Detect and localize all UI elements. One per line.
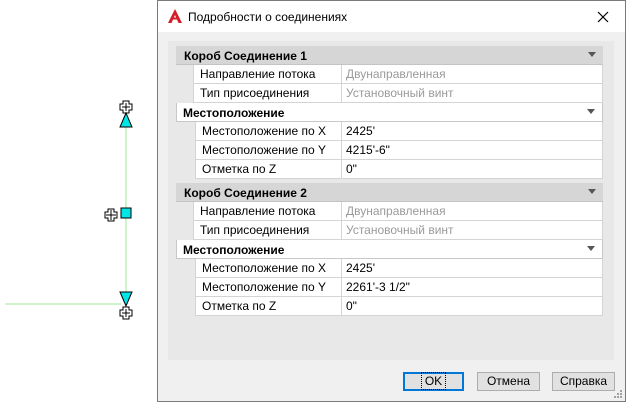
property-value: Установочный винт [342,221,603,240]
property-name: Направление потока [193,65,342,84]
section-location-1[interactable]: Местоположение [176,103,603,122]
property-row: Тип присоединения Установочный винт [176,84,603,103]
location-x-value[interactable]: 2425' [342,122,603,141]
property-row: Местоположение по X 2425' [176,259,603,278]
property-row: Местоположение по X 2425' [176,122,603,141]
bottom-connection-grip-icon[interactable] [119,291,133,308]
property-row: Направление потока Двунаправленная [176,202,603,221]
chevron-down-icon[interactable] [588,189,596,194]
chevron-down-icon[interactable] [587,109,595,114]
property-name: Тип присоединения [193,84,342,103]
property-row: Отметка по Z 0" [176,160,603,179]
resize-grip-icon[interactable] [613,389,623,399]
center-grip-icon[interactable] [120,207,132,219]
top-connection-grip-icon[interactable] [119,111,133,128]
bottom-add-grip-icon[interactable] [119,306,133,320]
property-name: Направление потока [193,202,342,221]
property-row: Тип присоединения Установочный винт [176,221,603,240]
property-name: Местоположение по X [195,122,342,141]
property-name: Тип присоединения [193,221,342,240]
section-connection-1[interactable]: Короб Соединение 1 [176,46,603,65]
drawing-canvas[interactable] [0,0,157,403]
cancel-button-label: Отмена [486,374,531,388]
property-value: Двунаправленная [342,65,603,84]
property-name: Местоположение по Y [195,278,342,297]
section-location-2[interactable]: Местоположение [176,240,603,259]
property-value: Двунаправленная [342,202,603,221]
location-y-value[interactable]: 2261'-3 1/2" [342,278,603,297]
properties-grid: Короб Соединение 1 Направление потока Дв… [176,46,603,316]
dialog-title: Подробности о соединениях [188,10,348,24]
connection-details-dialog: Подробности о соединениях Короб Соединен… [157,0,626,402]
property-name: Местоположение по Y [195,141,342,160]
location-x-value[interactable]: 2425' [342,259,603,278]
elevation-z-value[interactable]: 0" [342,160,603,179]
section-connection-2[interactable]: Короб Соединение 2 [176,183,603,202]
chevron-down-icon[interactable] [588,52,596,57]
section-connection-1-label: Короб Соединение 1 [184,49,307,63]
property-name: Отметка по Z [195,297,342,316]
middle-add-grip-icon[interactable] [104,208,118,222]
property-row: Местоположение по Y 4215'-6" [176,141,603,160]
location-y-value[interactable]: 4215'-6" [342,141,603,160]
property-value: Установочный винт [342,84,603,103]
property-name: Отметка по Z [195,160,342,179]
cancel-button[interactable]: Отмена [477,372,540,391]
ok-button-label: OK [420,372,447,390]
help-button[interactable]: Справка [552,372,615,391]
property-name: Местоположение по X [195,259,342,278]
property-row: Местоположение по Y 2261'-3 1/2" [176,278,603,297]
property-row: Направление потока Двунаправленная [176,65,603,84]
autocad-a-icon [168,9,182,23]
ok-button[interactable]: OK [403,372,464,391]
section-location-1-label: Местоположение [183,106,285,120]
property-row: Отметка по Z 0" [176,297,603,316]
close-icon [597,11,609,22]
elevation-z-value[interactable]: 0" [342,297,603,316]
top-add-grip-icon[interactable] [119,100,133,114]
chevron-down-icon[interactable] [587,246,595,251]
title-bar[interactable]: Подробности о соединениях [158,1,625,32]
section-location-2-label: Местоположение [183,243,285,257]
section-connection-2-label: Короб Соединение 2 [184,186,307,200]
help-button-label: Справка [559,374,608,388]
close-button[interactable] [581,1,625,32]
